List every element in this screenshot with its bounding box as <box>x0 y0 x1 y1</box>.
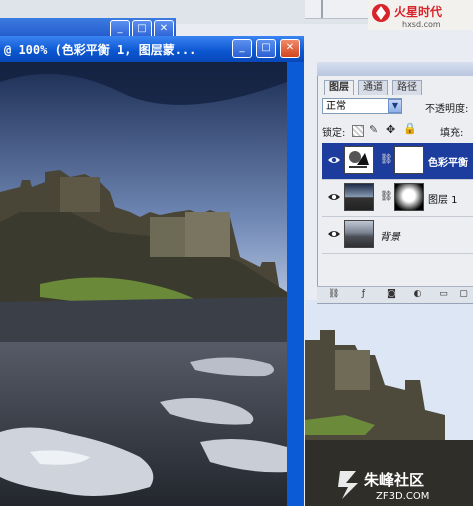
watermark-url: ZF3D.COM <box>376 491 429 502</box>
site-logo: 火星时代 hxsd.com <box>368 0 473 30</box>
document-title: @ 100% (色彩平衡 1, 图层蒙... <box>4 43 197 57</box>
brush-icon[interactable]: ✎ <box>369 123 378 136</box>
add-mask-icon[interactable]: ◙ <box>386 289 397 299</box>
visibility-eye-icon[interactable] <box>327 154 341 166</box>
layer-row-background[interactable]: 背景 <box>322 217 473 254</box>
watermark-logo: 朱峰社区 ZF3D.COM <box>338 471 429 502</box>
tab-channels[interactable]: 通道 <box>358 80 388 95</box>
logo-text: 火星时代 <box>394 4 442 19</box>
adjustment-layer-icon[interactable]: ◐ <box>412 289 423 299</box>
tab-paths[interactable]: 路径 <box>392 80 422 95</box>
adjustment-layer-icon <box>344 146 374 174</box>
canvas-image <box>0 62 287 506</box>
visibility-eye-icon[interactable] <box>327 228 341 240</box>
layer-thumbnail <box>344 220 374 248</box>
close-button[interactable]: ✕ <box>280 39 300 58</box>
fill-label: 填充: <box>440 128 464 139</box>
visibility-eye-icon[interactable] <box>327 191 341 203</box>
layer-mask-thumbnail[interactable] <box>394 183 424 211</box>
minimize-button[interactable]: _ <box>232 39 252 58</box>
link-chain-icon[interactable]: ⛓ <box>380 154 393 165</box>
layer-style-icon[interactable]: ƒ <box>358 289 369 299</box>
new-layer-icon[interactable]: ▢ <box>458 289 469 299</box>
link-layers-icon[interactable]: ⛓ <box>328 289 339 299</box>
panel-header[interactable] <box>317 62 473 76</box>
tab-layers[interactable]: 图层 <box>324 80 354 95</box>
lock-icon[interactable]: 🔒 <box>403 122 417 135</box>
lock-label: 锁定: <box>322 128 346 139</box>
maximize-button[interactable]: □ <box>256 39 276 58</box>
layer-mask-thumbnail[interactable] <box>394 146 424 174</box>
link-chain-icon[interactable]: ⛓ <box>380 191 393 202</box>
layer-name: 背景 <box>380 232 400 243</box>
layer-row-layer1[interactable]: ⛓ 图层 1 <box>322 180 473 217</box>
toolbar-divider <box>321 0 323 18</box>
layer-name: 色彩平衡 <box>428 158 468 169</box>
opacity-label: 不透明度: <box>425 104 469 115</box>
layer-row-color-balance[interactable]: ⛓ 色彩平衡 <box>322 143 473 180</box>
move-icon[interactable]: ✥ <box>386 123 395 136</box>
chevron-down-icon[interactable]: ▼ <box>388 99 402 113</box>
layer-thumbnail <box>344 183 374 211</box>
layer-name: 图层 1 <box>428 195 458 206</box>
new-group-icon[interactable]: ▭ <box>438 289 449 299</box>
logo-url: hxsd.com <box>402 20 441 29</box>
lock-transparency-icon[interactable] <box>352 125 364 137</box>
watermark-text: 朱峰社区 <box>364 471 424 489</box>
